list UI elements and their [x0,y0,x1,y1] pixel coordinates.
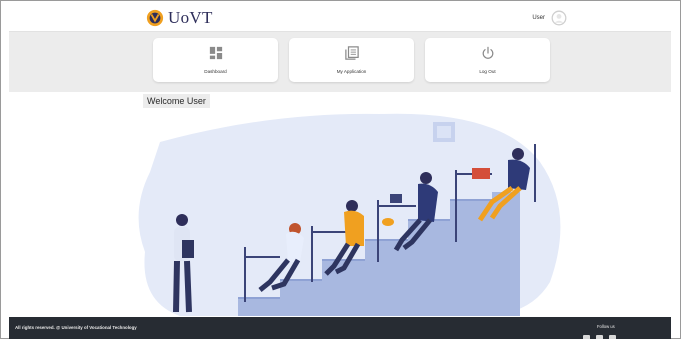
log-out-label: Log Out [479,69,496,74]
students-illustration [138,113,561,316]
twitter-icon[interactable] [596,335,603,339]
dashboard-label: Dashboard [204,69,227,74]
facebook-icon[interactable] [583,335,590,339]
power-icon [482,46,493,59]
user-name: User [532,15,545,21]
logo-text: UoVT [168,8,213,27]
uovt-logo-icon [146,9,164,27]
follow-us-label: Follow us [597,324,615,329]
dashboard-card[interactable]: Dashboard [153,38,278,82]
dashboard-icon [209,46,222,60]
welcome-message: Welcome User [143,94,210,108]
youtube-icon[interactable] [609,335,616,339]
log-out-card[interactable]: Log Out [425,38,550,82]
copyright-text: All rights reserved. @ University of Voc… [15,325,137,330]
top-header: UoVT User [9,5,671,32]
user-avatar-icon [551,10,567,26]
footer: All rights reserved. @ University of Voc… [9,317,671,339]
my-application-card[interactable]: My Application [289,38,414,82]
application-icon [344,46,359,60]
my-application-label: My Application [336,69,367,74]
user-menu[interactable]: User [532,10,567,26]
logo[interactable]: UoVT [146,8,213,28]
social-links [583,335,616,339]
nav-band: Dashboard My Application Log Out [9,32,671,92]
